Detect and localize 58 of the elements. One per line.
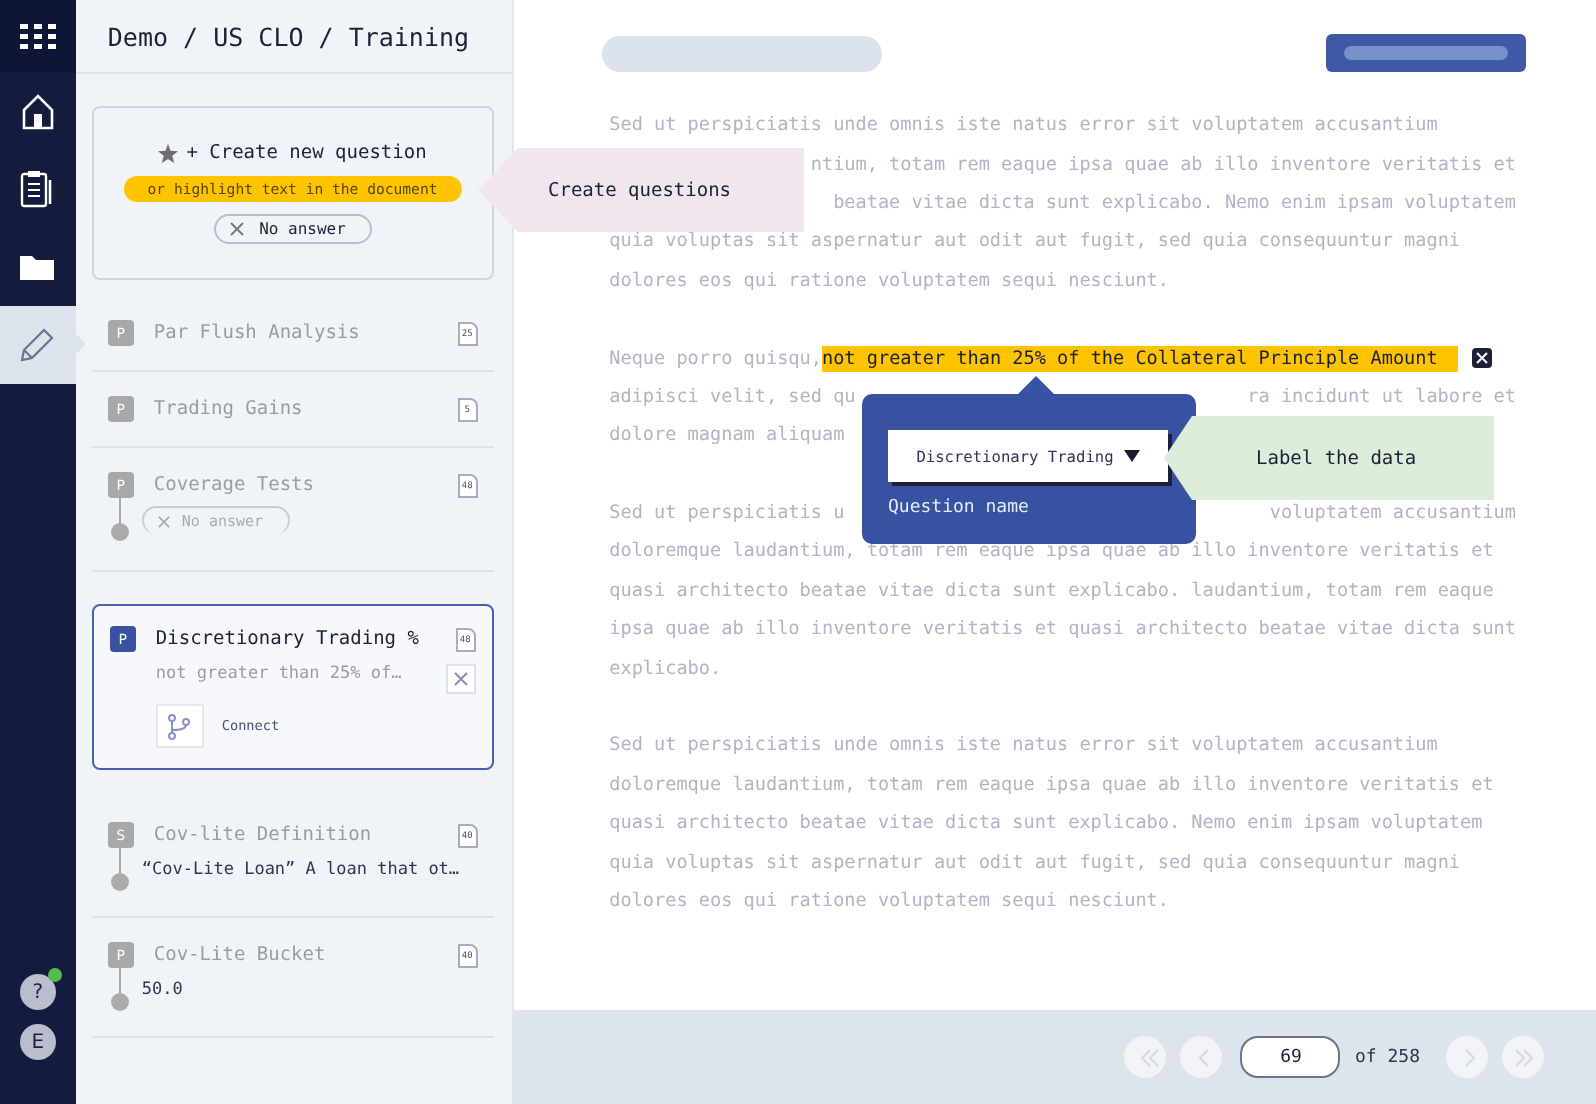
document-text: quasi architecto beatae vitae dicta sunt explicabo. laudantium, totam rem eaque [609,579,1494,602]
timeline-connector [109,848,130,892]
timeline-connector [109,968,130,1012]
document-text: voluptatem accusantium [1269,502,1516,525]
close-icon [229,222,244,236]
tooltip-callout: Create questions [478,148,804,232]
document-text: doloremque laudantium, totam rem eaque ipsa quae ab illo inventore veritatis et [609,540,1494,563]
document-text: ntium, totam rem eaque ipsa quae ab illo inventore veritatis et [810,153,1516,176]
connect-icon[interactable] [155,704,204,748]
document-text: quia voluptas sit aspernatur aut odit aut fugit, sed quia consequuntur magni [609,230,1461,253]
toolbar-button[interactable] [1326,34,1526,72]
clear-button[interactable] [445,664,476,694]
tooltip-callout: Label the data [1164,416,1494,500]
answer-text: “Cov-Lite Loan” A loan that ot… [141,860,460,880]
document-text: explicabo. [609,657,722,680]
menu-icon[interactable] [19,23,56,49]
document-text: quasi architecto beatae vitae dicta sunt explicabo. Nemo enim ipsam voluptatem [609,812,1483,835]
question-title: Coverage Tests [153,474,316,496]
create-question-button[interactable]: + Create new question [186,142,427,164]
folder-icon [18,252,57,282]
chevron-right-icon [1509,1043,1537,1071]
close-icon [453,672,468,686]
close-icon [157,515,170,527]
document-text: ipsa quae ab illo inventore veritatis et quasi architecto beatae vitae dicta sunt [609,618,1516,641]
user-avatar[interactable]: E [19,1024,56,1060]
document-text: adipisci velit, sed qu [609,385,856,408]
close-icon[interactable] [1471,348,1492,369]
home-icon [21,93,54,129]
document-text: dolore magnam aliquam [609,424,845,447]
question-name-label: Question name [888,498,1031,518]
answer-text: not greater than 25% of… [155,664,404,684]
clipboard-icon [20,170,55,208]
question-title: Discretionary Trading % [155,628,421,650]
document-text: dolores eos qui ratione voluptatem sequi nesciunt. [609,269,1169,292]
question-title: Par Flush Analysis [153,322,362,344]
help-button[interactable]: ? [19,974,56,1010]
document-text: dolores eos qui ratione voluptatem sequi nesciunt. [609,890,1169,912]
document-text: doloremque laudantium, totam rem eaque ipsa quae ab illo inventore veritatis et [609,773,1494,796]
highlighted-text[interactable]: not greater than 25% of the Collateral Principle Amount [821,345,1458,372]
question-title: Trading Gains [153,398,305,420]
pencil-icon [20,328,55,362]
question-title: Cov-lite Definition [153,824,374,846]
timeline-connector [109,498,130,542]
star-icon [158,143,179,163]
document-text: Sed ut perspiciatis unde omnis iste natus error sit voluptatem accusantium [609,734,1438,757]
caret-icon [1123,450,1140,462]
document-text: beatae vitae dicta sunt explicabo. Nemo enim ipsam voluptatem [833,191,1516,214]
no-answer-chip: No answer [213,214,372,244]
document-text: Sed ut perspiciatis u [609,502,845,525]
breadcrumb: Demo / US CLO / Training [107,21,470,51]
document-text: ra incidunt ut labore et [1247,385,1516,408]
answer-text: 50.0 [141,980,183,1000]
document-text: quia voluptas sit aspernatur aut odit aut fugit, sed quia consequuntur magni [609,851,1461,874]
page-input[interactable]: 69 [1240,1036,1341,1078]
question-title: Cov-Lite Bucket [153,944,328,966]
document-text: Sed ut perspiciatis unde omnis iste natus error sit voluptatem accusantium [609,114,1438,137]
page-count: of 258 [1354,1047,1420,1067]
document-text: Neque porro quisqu, [609,347,822,370]
